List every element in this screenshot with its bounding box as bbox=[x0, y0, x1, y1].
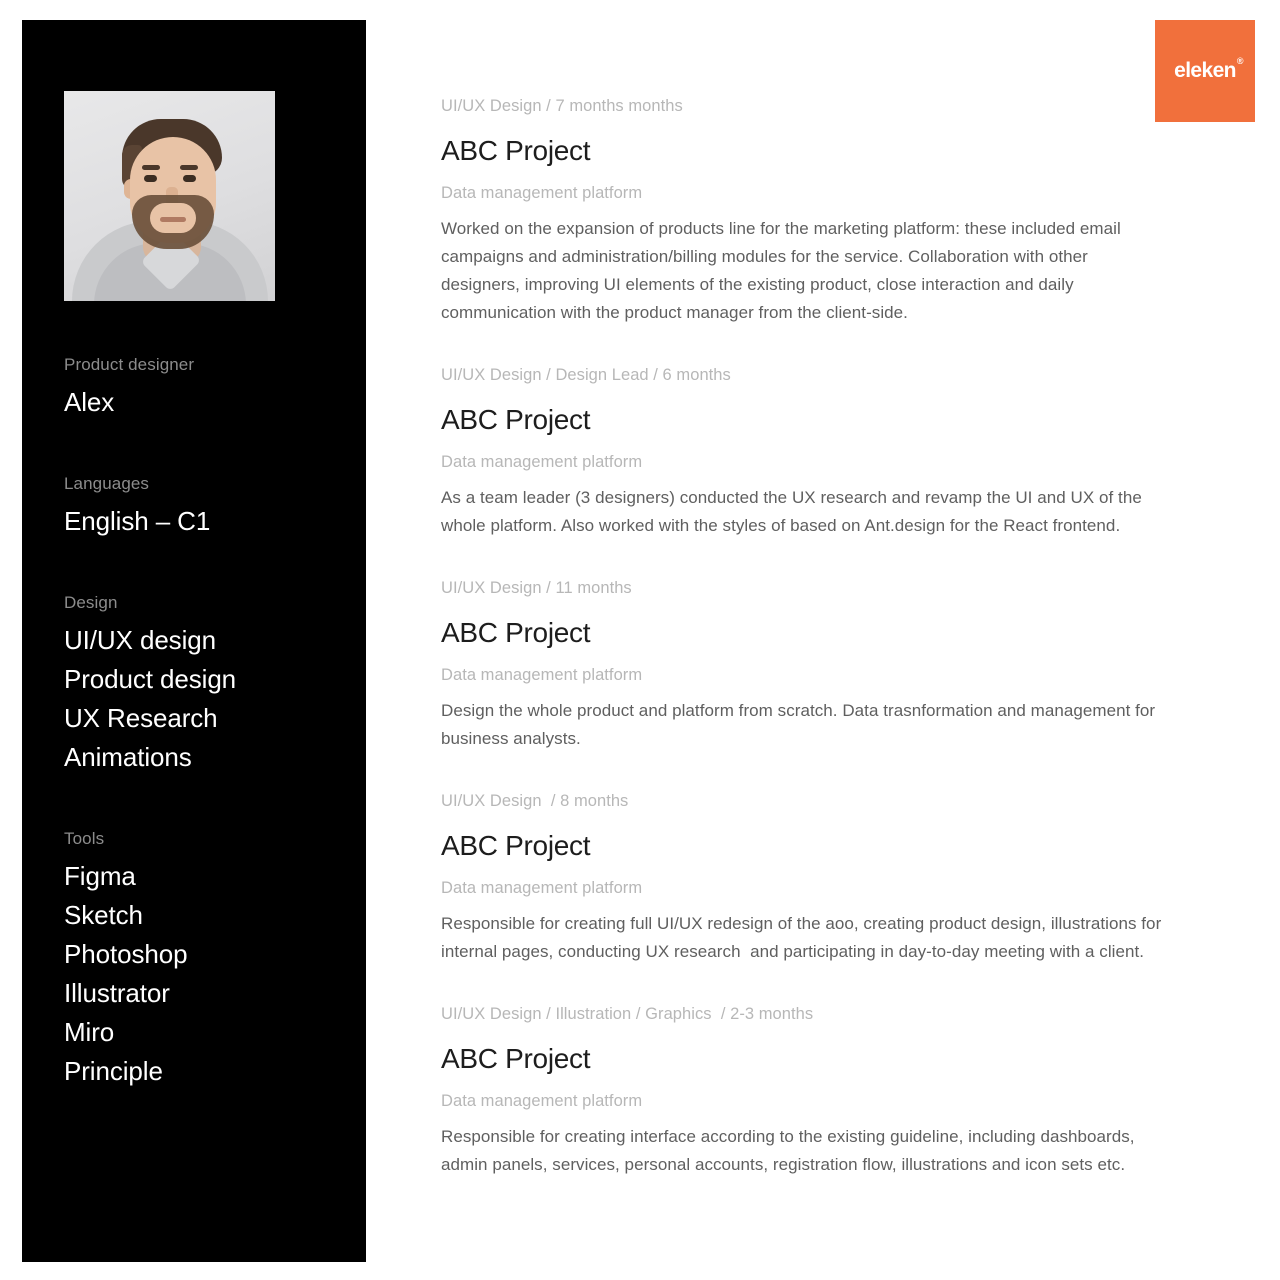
entry-meta: UI/UX Design / 8 months bbox=[441, 792, 629, 810]
sidebar-tools-item: Principle bbox=[64, 1056, 163, 1086]
experience-entry: UI/UX Design / 8 months ABC Project Data… bbox=[441, 789, 1171, 966]
logo-wordmark: eleken ® bbox=[1174, 57, 1243, 83]
sidebar-design-list: UI/UX design Product design UX Research … bbox=[64, 621, 366, 777]
experience-entry: UI/UX Design / Illustration / Graphics /… bbox=[441, 1002, 1171, 1179]
entry-subtitle: Data management platform bbox=[441, 879, 643, 897]
entry-description: Design the whole product and platform fr… bbox=[441, 701, 1160, 748]
sidebar-tools-item: Sketch bbox=[64, 900, 143, 930]
entry-description: Worked on the expansion of products line… bbox=[441, 219, 1126, 322]
sidebar-value-name: Alex bbox=[64, 387, 115, 417]
avatar bbox=[64, 91, 275, 301]
avatar-eyebrow-left bbox=[142, 165, 160, 170]
logo-text-label: eleken bbox=[1174, 59, 1236, 82]
sidebar-design-item: UX Research bbox=[64, 703, 218, 733]
sidebar-tools-list: Figma Sketch Photoshop Illustrator Miro … bbox=[64, 857, 366, 1091]
entry-meta: UI/UX Design / Illustration / Graphics /… bbox=[441, 1005, 814, 1023]
sidebar-group-tools: Tools Figma Sketch Photoshop Illustrator… bbox=[64, 827, 366, 1091]
sidebar-tools-item: Photoshop bbox=[64, 939, 188, 969]
experience-list: UI/UX Design / 7 months months ABC Proje… bbox=[441, 94, 1171, 1179]
experience-entry: UI/UX Design / 11 months ABC Project Dat… bbox=[441, 576, 1171, 753]
entry-meta: UI/UX Design / 11 months bbox=[441, 579, 632, 597]
entry-title: ABC Project bbox=[441, 617, 591, 648]
sidebar-group-role: Product designer Alex bbox=[64, 353, 366, 422]
entry-title: ABC Project bbox=[441, 1043, 591, 1074]
entry-subtitle: Data management platform bbox=[441, 184, 643, 202]
experience-entry: UI/UX Design / Design Lead / 6 months AB… bbox=[441, 363, 1171, 540]
sidebar-value-language: English – C1 bbox=[64, 506, 211, 536]
sidebar-group-design: Design UI/UX design Product design UX Re… bbox=[64, 591, 366, 777]
experience-entry: UI/UX Design / 7 months months ABC Proje… bbox=[441, 94, 1171, 327]
sidebar-label-design: Design bbox=[64, 593, 118, 612]
entry-subtitle: Data management platform bbox=[441, 1092, 643, 1110]
cv-page: Product designer Alex Languages English … bbox=[0, 0, 1280, 1280]
entry-meta: UI/UX Design / Design Lead / 6 months bbox=[441, 366, 731, 384]
sidebar-tools-item: Illustrator bbox=[64, 978, 170, 1008]
avatar-eyebrow-right bbox=[180, 165, 198, 170]
entry-description: As a team leader (3 designers) conducted… bbox=[441, 488, 1147, 535]
avatar-eye-left bbox=[144, 175, 157, 182]
registered-trademark-icon: ® bbox=[1236, 56, 1244, 66]
sidebar-label-languages: Languages bbox=[64, 474, 150, 493]
sidebar-design-item: Product design bbox=[64, 664, 237, 694]
sidebar-tools-item: Figma bbox=[64, 861, 136, 891]
entry-title: ABC Project bbox=[441, 830, 591, 861]
sidebar-design-item: UI/UX design bbox=[64, 625, 216, 655]
entry-meta: UI/UX Design / 7 months months bbox=[441, 97, 683, 115]
sidebar-label-tools: Tools bbox=[64, 829, 105, 848]
sidebar-label-role: Product designer bbox=[64, 355, 195, 374]
entry-description: Responsible for creating full UI/UX rede… bbox=[441, 914, 1167, 961]
profile-sidebar: Product designer Alex Languages English … bbox=[22, 20, 366, 1262]
entry-subtitle: Data management platform bbox=[441, 666, 643, 684]
avatar-eye-right bbox=[183, 175, 196, 182]
entry-description: Responsible for creating interface accor… bbox=[441, 1127, 1140, 1174]
sidebar-design-item: Animations bbox=[64, 742, 192, 772]
entry-title: ABC Project bbox=[441, 135, 591, 166]
sidebar-tools-item: Miro bbox=[64, 1017, 115, 1047]
sidebar-group-languages: Languages English – C1 bbox=[64, 472, 366, 541]
avatar-mouth bbox=[160, 217, 186, 222]
entry-subtitle: Data management platform bbox=[441, 453, 643, 471]
entry-title: ABC Project bbox=[441, 404, 591, 435]
